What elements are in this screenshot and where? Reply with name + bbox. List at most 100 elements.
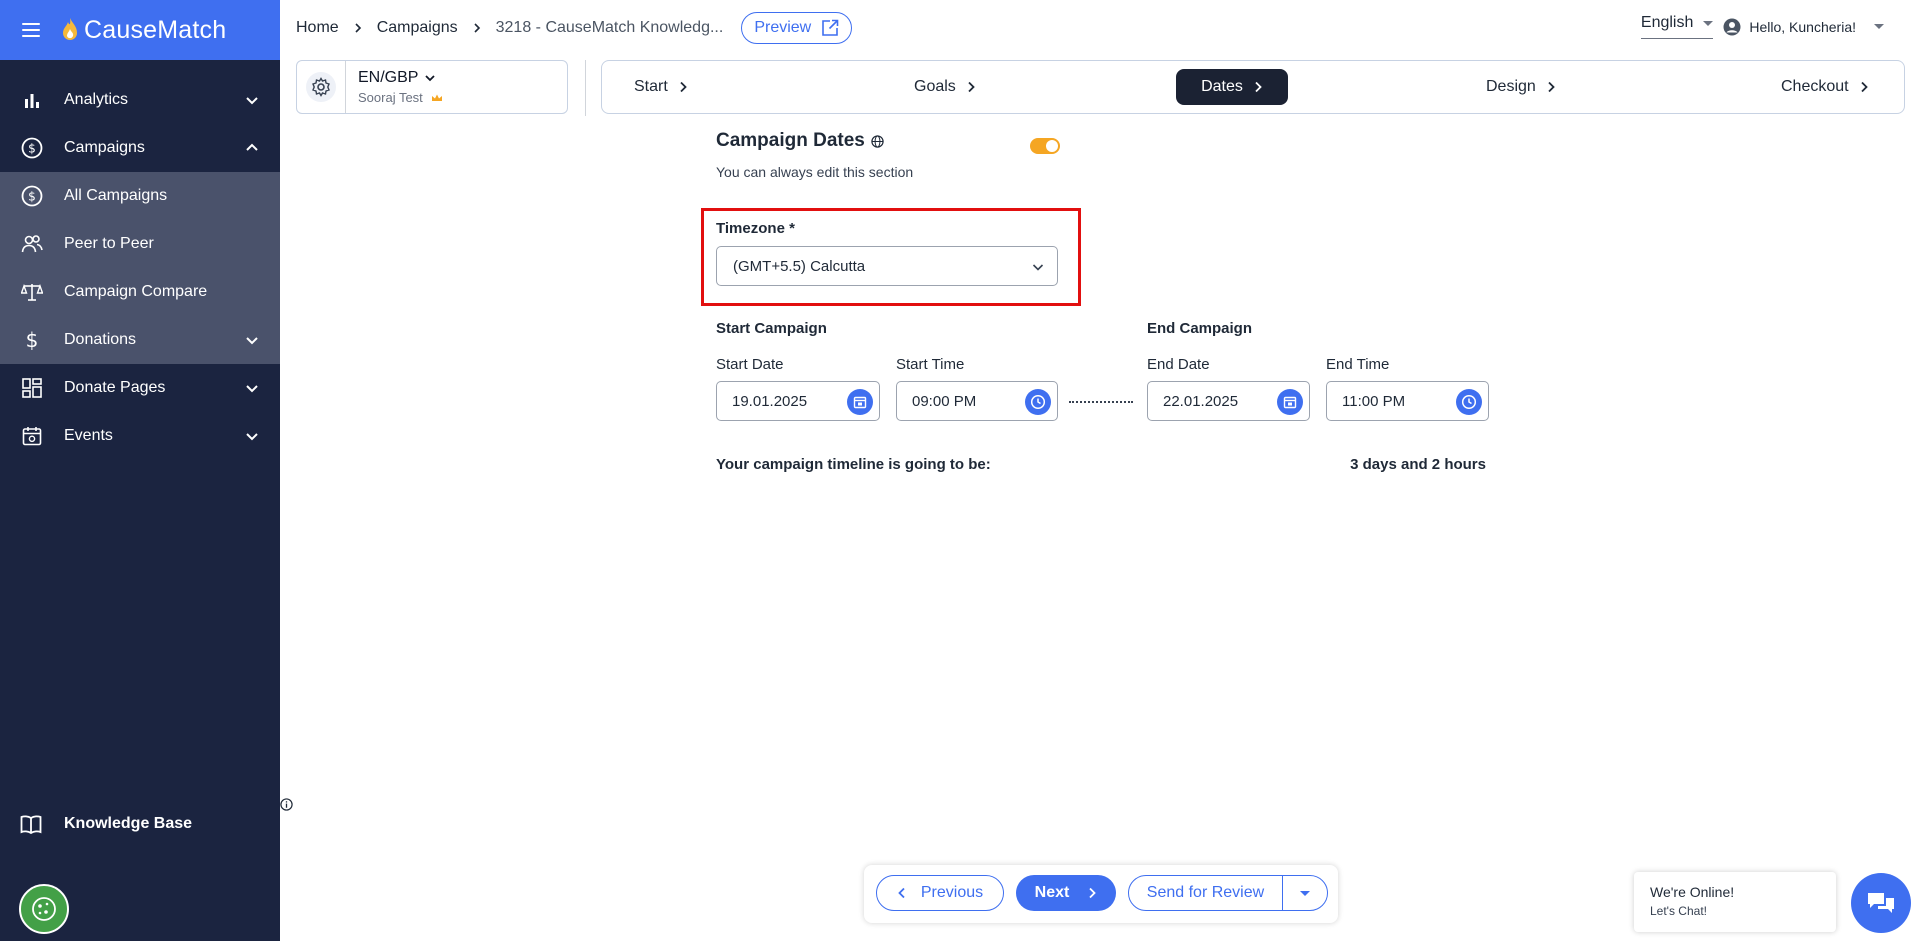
chevron-down-icon [425, 75, 436, 82]
gear-icon[interactable] [306, 72, 336, 102]
chevron-right-icon [1860, 81, 1868, 93]
dollar-icon: $ [20, 328, 44, 352]
user-menu[interactable]: Hello, Kuncheria! [1723, 18, 1884, 36]
previous-button[interactable]: Previous [876, 875, 1004, 911]
sidebar-item-donate-pages[interactable]: Donate Pages [0, 364, 280, 412]
send-for-review-label: Send for Review [1146, 884, 1265, 901]
calendar-icon[interactable] [1277, 389, 1303, 415]
top-right-controls: English Hello, Kuncheria! [1640, 14, 1884, 39]
end-date-value: 22.01.2025 [1163, 392, 1239, 410]
sidebar-item-label: Donate Pages [64, 379, 166, 396]
chevron-right-icon [680, 81, 687, 93]
currency-code: EN/GBP [358, 69, 419, 86]
timezone-select[interactable]: (GMT+5.5) Calcutta [716, 246, 1058, 286]
chevron-down-icon [1032, 264, 1044, 271]
send-for-review-button[interactable]: Send for Review [1129, 876, 1283, 910]
next-label: Next [1034, 884, 1070, 901]
caret-down-icon [1703, 20, 1714, 26]
sidebar-item-campaigns[interactable]: $ Campaigns [0, 124, 280, 172]
sidebar-item-events[interactable]: Events [0, 412, 280, 460]
scale-icon [20, 280, 44, 304]
sidebar-item-all-campaigns[interactable]: $ All Campaigns [0, 172, 280, 220]
end-time-input[interactable]: 11:00 PM [1326, 381, 1489, 421]
next-button[interactable]: Next [1016, 875, 1116, 911]
grid-icon [20, 376, 44, 400]
step-label: Design [1486, 78, 1536, 95]
preview-button[interactable]: Preview [741, 12, 853, 44]
menu-icon[interactable] [22, 23, 40, 37]
language-select[interactable]: English [1640, 14, 1714, 39]
step-label: Dates [1201, 78, 1243, 95]
chevron-right-icon [355, 23, 361, 33]
sidebar-item-label: All Campaigns [64, 187, 168, 204]
chat-line2: Let's Chat! [1650, 904, 1707, 918]
end-date-input[interactable]: 22.01.2025 [1147, 381, 1310, 421]
org-name: Sooraj Test [358, 90, 423, 105]
preview-label: Preview [754, 19, 812, 36]
settings-cell [297, 61, 346, 113]
form-title-row: Campaign Dates [716, 130, 1486, 152]
info-icon[interactable] [280, 798, 293, 811]
clock-icon[interactable] [1456, 389, 1482, 415]
top-bar: Home Campaigns 3218 - CauseMatch Knowled… [280, 0, 1918, 56]
form-subtitle: You can always edit this section [716, 164, 914, 180]
start-date-input[interactable]: 19.01.2025 [716, 381, 880, 421]
org-row: Sooraj Test [358, 90, 443, 105]
timeline-label: Your campaign timeline is going to be: [716, 456, 991, 473]
step-start[interactable]: Start [620, 69, 702, 105]
sidebar-item-label: Campaigns [64, 139, 145, 156]
sidebar-item-donations[interactable]: $ Donations [0, 316, 280, 364]
previous-label: Previous [920, 884, 984, 901]
calendar-icon [20, 424, 44, 448]
timezone-label: Timezone * [716, 220, 795, 237]
chat-line1: We're Online! [1650, 884, 1735, 900]
timeline-value: 3 days and 2 hours [1350, 456, 1486, 473]
chat-launcher-button[interactable] [1851, 873, 1911, 933]
chevron-down-icon [246, 97, 258, 105]
step-dates[interactable]: Dates [1176, 69, 1288, 105]
svg-text:$: $ [26, 329, 39, 351]
sidebar-nav: Analytics $ Campaigns $ All Campaigns Pe… [0, 76, 280, 460]
campaign-stepper: Start Goals Dates Design Checkout [601, 60, 1905, 114]
sidebar-item-campaign-compare[interactable]: Campaign Compare [0, 268, 280, 316]
breadcrumb-home[interactable]: Home [296, 19, 339, 37]
knowledge-base-link[interactable]: Knowledge Base [0, 800, 300, 848]
currency-code-row: EN/GBP [358, 69, 443, 87]
currency-info: EN/GBP Sooraj Test [346, 69, 443, 105]
calendar-icon[interactable] [847, 389, 873, 415]
timezone-value: (GMT+5.5) Calcutta [733, 257, 866, 275]
sidebar-item-analytics[interactable]: Analytics [0, 76, 280, 124]
external-link-icon [822, 19, 839, 36]
book-icon [20, 812, 44, 836]
sidebar-item-peer-to-peer[interactable]: Peer to Peer [0, 220, 280, 268]
start-time-value: 09:00 PM [912, 392, 977, 410]
step-goals[interactable]: Goals [900, 69, 990, 105]
start-campaign-heading: Start Campaign [716, 320, 827, 337]
currency-selector[interactable]: EN/GBP Sooraj Test [296, 60, 568, 114]
cookie-settings-button[interactable] [19, 884, 69, 934]
brand-logo[interactable]: CauseMatch [62, 16, 226, 45]
chat-invite-bubble[interactable]: We're Online! Let's Chat! [1634, 872, 1836, 932]
breadcrumb: Home Campaigns 3218 - CauseMatch Knowled… [280, 12, 853, 44]
chevron-right-icon [968, 81, 975, 93]
end-date-label: End Date [1147, 356, 1210, 373]
review-options-dropdown[interactable] [1283, 876, 1327, 910]
sidebar-item-label: Events [64, 427, 113, 444]
start-time-input[interactable]: 09:00 PM [896, 381, 1058, 421]
date-range-connector [1069, 401, 1133, 403]
chevron-right-icon [474, 23, 480, 33]
chevron-right-icon [1548, 81, 1555, 93]
start-date-value: 19.01.2025 [732, 392, 808, 410]
end-time-value: 11:00 PM [1342, 392, 1406, 410]
chevron-down-icon [246, 433, 258, 441]
breadcrumb-campaigns[interactable]: Campaigns [377, 19, 458, 37]
section-toggle[interactable] [1030, 138, 1060, 154]
caret-down-icon [1300, 890, 1310, 896]
chat-icon [1868, 893, 1894, 913]
clock-icon[interactable] [1025, 389, 1051, 415]
step-design[interactable]: Design [1472, 69, 1570, 105]
knowledge-base-label: Knowledge Base [64, 815, 193, 832]
step-label: Checkout [1781, 78, 1849, 95]
user-greeting: Hello, Kuncheria! [1749, 18, 1856, 35]
step-checkout[interactable]: Checkout [1767, 69, 1883, 105]
